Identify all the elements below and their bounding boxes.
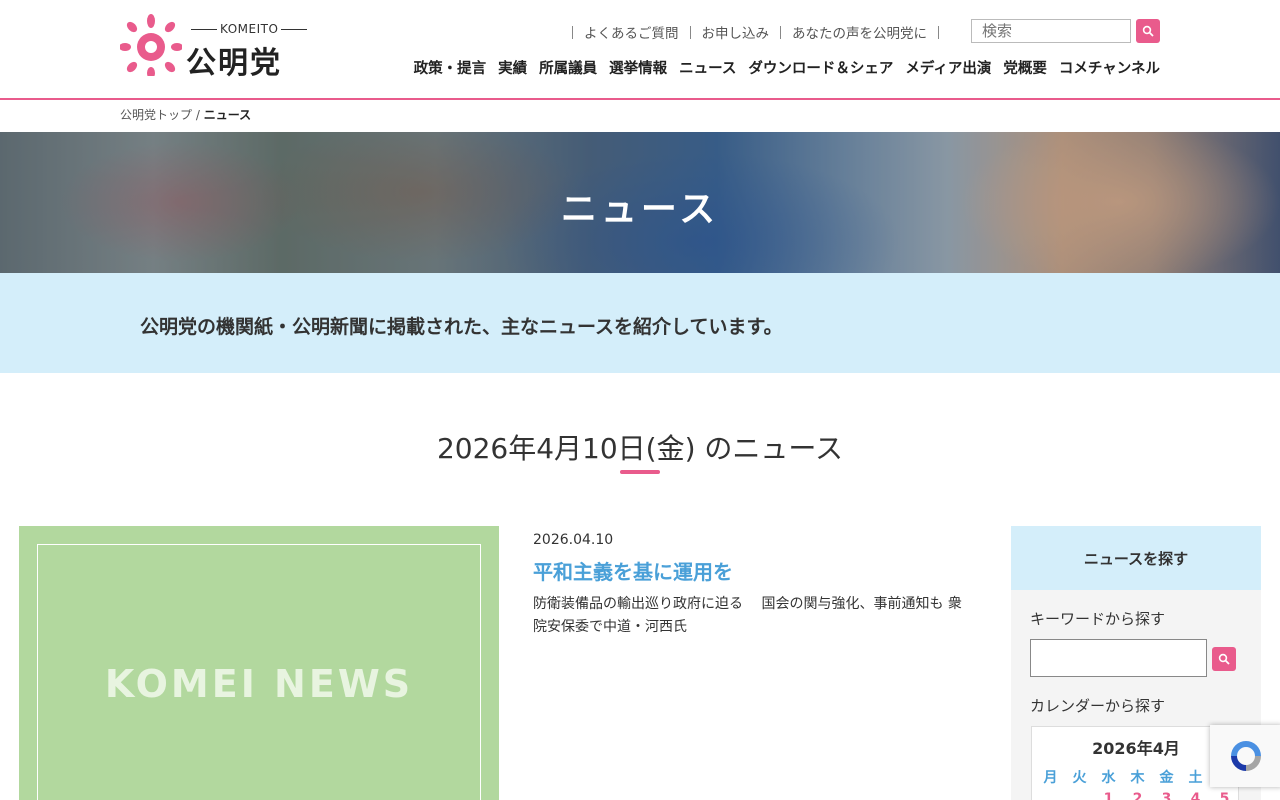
site-logo[interactable]: KOMEITO 公明党 bbox=[120, 14, 310, 81]
weekday-wed: 水 bbox=[1101, 770, 1116, 786]
calendar-day[interactable]: 1 bbox=[1094, 791, 1123, 800]
keyword-label: キーワードから探す bbox=[1030, 610, 1166, 628]
breadcrumb: 公明党トップ / ニュース bbox=[120, 106, 251, 123]
utility-separator bbox=[572, 25, 573, 39]
calendar-weekdays: 月 火 水 木 金 土 日 bbox=[1036, 767, 1239, 787]
intro-band: 公明党の機関紙・公明新聞に掲載された、主なニュースを紹介しています。 bbox=[0, 273, 1280, 373]
breadcrumb-home[interactable]: 公明党トップ bbox=[120, 108, 192, 122]
calendar-label: カレンダーから探す bbox=[1030, 697, 1166, 715]
search-icon bbox=[1218, 653, 1230, 665]
calendar-day bbox=[1036, 791, 1065, 800]
weekday-tue: 火 bbox=[1072, 770, 1087, 786]
keyword-search-input[interactable] bbox=[1030, 639, 1207, 677]
article-thumbnail[interactable]: KOMEI NEWS bbox=[19, 526, 499, 800]
breadcrumb-separator: / bbox=[195, 108, 200, 122]
calendar-day[interactable]: 2 bbox=[1123, 791, 1152, 800]
search-icon bbox=[1142, 25, 1154, 37]
nav-policy[interactable]: 政策・提言 bbox=[414, 57, 487, 78]
date-heading: 2026年4月10日(金) のニュース bbox=[436, 432, 844, 465]
header-divider bbox=[0, 98, 1280, 100]
calendar-first-row: 1 2 3 4 5 bbox=[1036, 791, 1239, 800]
calendar-day[interactable]: 5 bbox=[1210, 791, 1239, 800]
hero-banner: ニュース bbox=[0, 132, 1280, 273]
nav-members[interactable]: 所属議員 bbox=[539, 57, 597, 78]
heading-underline bbox=[620, 470, 660, 474]
weekday-fri: 金 bbox=[1159, 770, 1174, 786]
calendar-day bbox=[1065, 791, 1094, 800]
site-search-button[interactable] bbox=[1136, 19, 1160, 43]
recaptcha-icon bbox=[1231, 741, 1261, 771]
utility-links: よくあるご質問 お申し込み あなたの声を公明党に bbox=[561, 22, 950, 42]
utility-separator bbox=[780, 25, 781, 39]
weekday-mon: 月 bbox=[1043, 770, 1058, 786]
breadcrumb-current: ニュース bbox=[203, 108, 252, 122]
nav-news[interactable]: ニュース bbox=[679, 57, 736, 78]
nav-media[interactable]: メディア出演 bbox=[905, 57, 991, 78]
sun-logo-icon bbox=[120, 14, 182, 76]
calendar-month: 2026年4月 bbox=[1092, 739, 1180, 758]
weekday-thu: 木 bbox=[1130, 770, 1145, 786]
article-title-link[interactable]: 平和主義を基に運用を bbox=[533, 556, 733, 585]
logo-english-text: KOMEITO bbox=[188, 22, 310, 36]
site-header: KOMEITO 公明党 よくあるご質問 お申し込み あなたの声を公明党に 政策・… bbox=[0, 0, 1280, 98]
site-search-input[interactable] bbox=[971, 19, 1131, 43]
nav-download-share[interactable]: ダウンロード＆シェア bbox=[748, 57, 893, 78]
article-summary: 防衛装備品の輸出巡り政府に迫る 国会の関与強化、事前通知も 衆院安保委で中道・河… bbox=[533, 596, 962, 635]
nav-komechannel[interactable]: コメチャンネル bbox=[1059, 57, 1160, 78]
recaptcha-badge[interactable] bbox=[1210, 725, 1280, 787]
intro-text: 公明党の機関紙・公明新聞に掲載された、主なニュースを紹介しています。 bbox=[140, 316, 783, 338]
nav-achievements[interactable]: 実績 bbox=[498, 57, 527, 78]
news-calendar: 2026年4月 月 火 水 木 金 土 日 1 2 3 4 5 bbox=[1031, 726, 1239, 800]
keyword-search-button[interactable] bbox=[1212, 647, 1236, 671]
weekday-sat: 土 bbox=[1188, 770, 1203, 786]
calendar-day[interactable]: 4 bbox=[1181, 791, 1210, 800]
calendar-day[interactable]: 3 bbox=[1152, 791, 1181, 800]
nav-about[interactable]: 党概要 bbox=[1003, 57, 1047, 78]
your-voice-link[interactable]: あなたの声を公明党に bbox=[792, 22, 927, 42]
page-title: ニュース bbox=[560, 189, 720, 230]
nav-elections[interactable]: 選挙情報 bbox=[609, 57, 667, 78]
article-date: 2026.04.10 bbox=[533, 532, 614, 548]
application-link[interactable]: お申し込み bbox=[702, 22, 770, 42]
thumbnail-text: KOMEI NEWS bbox=[104, 662, 414, 706]
logo-japanese-text: 公明党 bbox=[186, 46, 282, 81]
sidebar-title: ニュースを探す bbox=[1011, 526, 1261, 590]
faq-link[interactable]: よくあるご質問 bbox=[584, 22, 679, 42]
utility-separator bbox=[689, 25, 691, 39]
main-navigation: 政策・提言 実績 所属議員 選挙情報 ニュース ダウンロード＆シェア メディア出… bbox=[414, 57, 1160, 78]
utility-separator bbox=[938, 25, 939, 39]
